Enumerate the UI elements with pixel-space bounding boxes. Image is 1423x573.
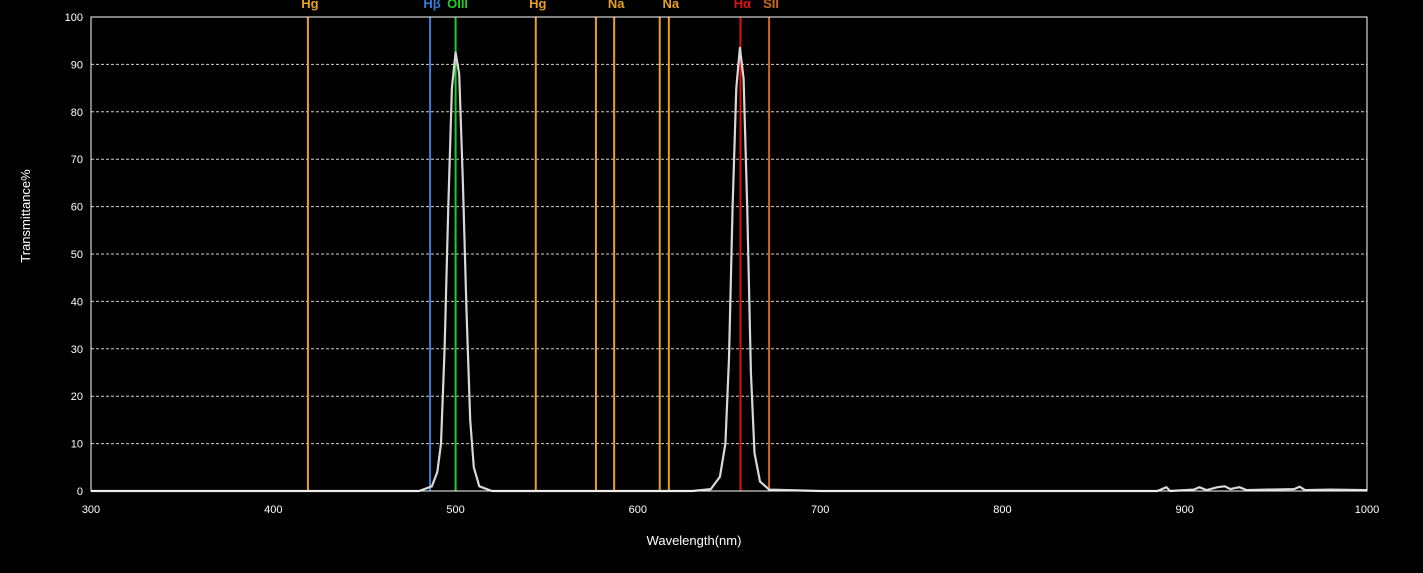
emission-line-label: Hα	[734, 0, 751, 11]
y-tick-label: 90	[71, 59, 83, 71]
x-tick-label: 400	[264, 504, 282, 516]
emission-line-label: Hg	[301, 0, 318, 11]
emission-line-label: OIII	[447, 0, 468, 11]
x-tick-label: 1000	[1355, 504, 1379, 516]
y-tick-label: 0	[77, 486, 83, 498]
y-tick-label: 60	[71, 202, 83, 214]
emission-line-label: Hg	[529, 0, 546, 11]
y-axis-label: Transmittance%	[18, 169, 33, 263]
x-tick-label: 300	[82, 504, 100, 516]
emission-line-label: Hβ	[423, 0, 440, 11]
emission-line-label: Na	[663, 0, 680, 11]
y-tick-label: 50	[71, 249, 83, 261]
y-tick-label: 100	[65, 12, 83, 24]
x-tick-label: 900	[1176, 504, 1194, 516]
y-tick-label: 10	[71, 439, 83, 451]
grid-lines	[91, 63, 1367, 445]
y-tick-label: 70	[71, 154, 83, 166]
transmittance-chart: 0 10 20 30 40 50 60 70 80 90 100 300 400 500 600 700 800…	[0, 0, 1423, 573]
emission-line-label: SII	[763, 0, 779, 11]
x-axis-label: Wavelength(nm)	[647, 533, 742, 548]
y-tick-label: 30	[71, 344, 83, 356]
y-tick-label: 80	[71, 107, 83, 119]
x-tick-label: 700	[811, 504, 829, 516]
emission-labels: Hg Hβ OIII Hg Na Na Hα SII	[301, 0, 779, 11]
y-tick-label: 40	[71, 296, 83, 308]
emission-line-label: Na	[608, 0, 625, 11]
series-layer	[91, 46, 1368, 493]
x-tick-label: 600	[629, 504, 647, 516]
y-tick-label: 20	[71, 391, 83, 403]
x-tick-label: 500	[446, 504, 464, 516]
axis-ticks: 0 10 20 30 40 50 60 70 80 90 100 300 400 500 600 700 800…	[65, 12, 1380, 516]
transmittance-curve	[91, 46, 1368, 493]
x-tick-label: 800	[993, 504, 1011, 516]
